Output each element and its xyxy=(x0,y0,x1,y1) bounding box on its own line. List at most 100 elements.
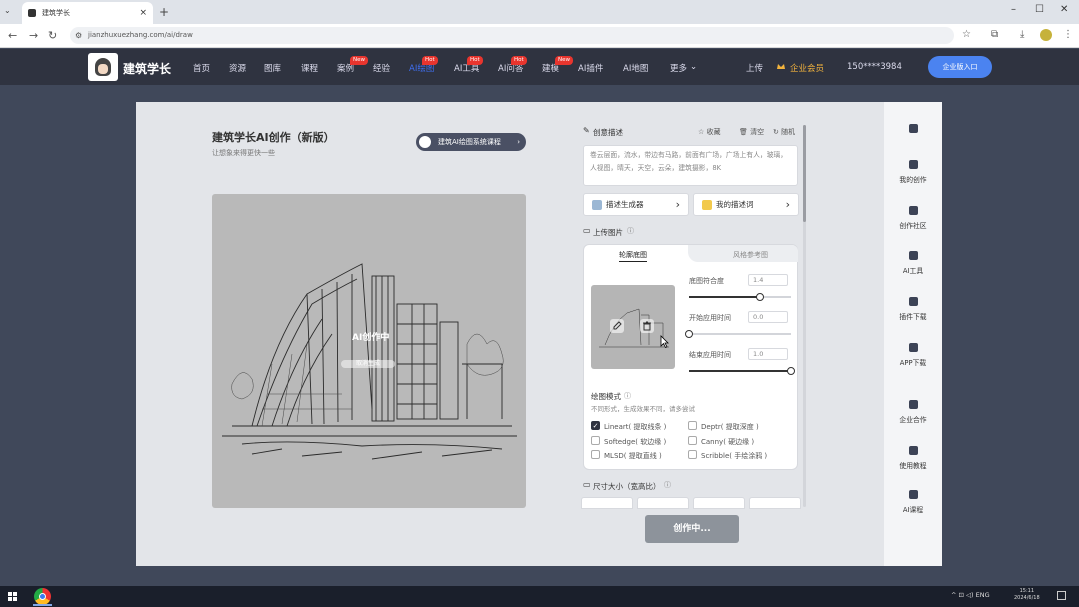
chrome-taskbar-icon[interactable] xyxy=(34,588,51,605)
nav-item[interactable]: 经验 xyxy=(373,62,390,74)
image-icon: ▭ xyxy=(583,480,591,489)
tab-close-icon[interactable]: × xyxy=(139,8,147,18)
upload-link[interactable]: 上传 xyxy=(746,62,763,74)
nav-item[interactable]: 图库 xyxy=(264,62,281,74)
nav-item[interactable]: 首页 xyxy=(193,62,210,74)
nav-item[interactable]: 更多 xyxy=(670,62,687,74)
info-icon[interactable]: ⓘ xyxy=(627,226,634,236)
url-text: jianzhuxuezhang.com/ai/draw xyxy=(88,31,193,39)
upload-image-label: 上传图片 xyxy=(593,228,623,237)
param-value-input[interactable]: 0.0 xyxy=(748,311,788,323)
sidebar-item[interactable]: 创作社区 xyxy=(884,206,942,230)
size-option[interactable] xyxy=(581,497,633,509)
sidebar-item[interactable]: APP下载 xyxy=(884,343,942,367)
reload-icon[interactable]: ↻ xyxy=(48,29,57,42)
size-option[interactable] xyxy=(749,497,801,509)
bookmark-star-icon[interactable]: ☆ xyxy=(962,29,971,40)
tab-search-icon[interactable]: ⌄ xyxy=(4,6,11,15)
new-tab-button[interactable]: + xyxy=(159,5,169,19)
extensions-icon[interactable]: ⧉ xyxy=(991,29,998,40)
slider-knob[interactable] xyxy=(787,367,795,375)
brand-logo[interactable] xyxy=(88,53,118,81)
uploaded-thumbnail[interactable] xyxy=(591,285,675,369)
edit-image-icon[interactable] xyxy=(610,319,624,333)
mode-checkbox[interactable] xyxy=(591,435,600,445)
my-descriptions-label: 我的描述词 xyxy=(716,200,754,209)
slider-knob[interactable] xyxy=(685,330,693,338)
notification-icon[interactable] xyxy=(1057,591,1066,600)
nav-item[interactable]: AI插件 xyxy=(578,62,603,74)
mode-label-text[interactable]: Softedge( 软边缘 ) xyxy=(604,437,666,447)
vip-link[interactable]: 企业会员 xyxy=(790,62,824,74)
mode-checkbox[interactable] xyxy=(688,421,697,430)
sidebar-item[interactable]: 我的创作 xyxy=(884,160,942,184)
clear-button[interactable]: 🗑 清空 xyxy=(739,127,764,137)
mode-checkbox[interactable]: ✓ xyxy=(591,421,600,430)
mode-label-text[interactable]: MLSD( 提取直线 ) xyxy=(604,451,662,461)
tab-style-reference[interactable]: 风格参考图 xyxy=(733,250,768,260)
url-field[interactable]: ⚙ jianzhuxuezhang.com/ai/draw xyxy=(70,27,954,44)
mode-label-text[interactable]: Scribble( 手绘涂鸦 ) xyxy=(701,451,767,461)
enterprise-entry-button[interactable]: 企业版入口 xyxy=(928,56,992,78)
sidebar-item[interactable]: 插件下载 xyxy=(884,297,942,321)
param-value-input[interactable]: 1.4 xyxy=(748,274,788,286)
chat-icon xyxy=(908,206,918,215)
profile-avatar[interactable] xyxy=(1040,29,1052,41)
clock-time: 15:11 xyxy=(1019,588,1035,594)
param-slider[interactable] xyxy=(689,293,791,301)
close-window-button[interactable]: ✕ xyxy=(1060,4,1068,15)
system-tray[interactable]: ^ ⊡ ◁) ENG xyxy=(951,591,990,599)
random-button[interactable]: ↻ 随机 xyxy=(773,127,795,137)
course-icon xyxy=(419,136,431,148)
tab-outline-image[interactable]: 轮廓底图 xyxy=(619,250,647,262)
mode-hint: 不同形式，生成效果不同，请多尝试 xyxy=(591,405,695,413)
mode-checkbox[interactable] xyxy=(688,450,697,459)
brand-name[interactable]: 建筑学长 xyxy=(123,60,171,77)
collect-button[interactable]: ☆ 收藏 xyxy=(698,127,721,137)
menu-kebab-icon[interactable]: ⋮ xyxy=(1063,29,1073,40)
grid-icon xyxy=(908,124,918,133)
delete-image-icon[interactable] xyxy=(640,319,654,333)
param-slider[interactable] xyxy=(685,330,791,338)
info-icon[interactable]: ⓘ xyxy=(664,480,671,490)
taskbar-clock[interactable]: 15:11 2024/6/18 xyxy=(1014,588,1040,602)
sidebar-item[interactable]: AI工具 xyxy=(884,251,942,275)
slider-fill xyxy=(689,296,761,298)
nav-badge: New xyxy=(555,56,573,65)
size-option[interactable] xyxy=(637,497,689,509)
sidebar-item[interactable]: AI课程 xyxy=(884,490,942,514)
user-phone[interactable]: 150****3984 xyxy=(847,62,902,72)
description-generator-button[interactable]: 描述生成器 › xyxy=(583,193,689,216)
course-button[interactable]: 建筑AI绘图系统课程 › xyxy=(416,133,526,151)
back-icon[interactable]: ← xyxy=(8,29,17,42)
param-value-input[interactable]: 1.0 xyxy=(748,348,788,360)
mode-checkbox[interactable] xyxy=(688,435,697,445)
form-scrollbar-thumb[interactable] xyxy=(803,125,806,222)
mode-checkbox[interactable] xyxy=(591,450,600,459)
nav-item[interactable]: 课程 xyxy=(301,62,318,74)
nav-item[interactable]: 资源 xyxy=(229,62,246,74)
site-info-icon[interactable]: ⚙ xyxy=(75,27,82,44)
nav-item[interactable]: AI地图 xyxy=(623,62,648,74)
cancel-generation-button[interactable]: 取消生成 xyxy=(341,360,395,368)
size-option[interactable] xyxy=(693,497,745,509)
browser-tab[interactable]: 建筑学长 × xyxy=(22,2,153,24)
param-slider[interactable] xyxy=(689,367,795,375)
forward-icon[interactable]: → xyxy=(29,29,38,42)
minimize-button[interactable]: – xyxy=(1011,4,1016,15)
mode-label-text[interactable]: Canny( 硬边缘 ) xyxy=(701,437,754,447)
my-descriptions-button[interactable]: 我的描述词 › xyxy=(693,193,799,216)
info-icon[interactable]: ⓘ xyxy=(624,391,631,401)
generate-button[interactable]: 创作中... xyxy=(645,515,739,543)
maximize-button[interactable]: ☐ xyxy=(1035,4,1044,15)
chevron-down-icon[interactable]: ⌄ xyxy=(690,62,697,72)
sidebar-item[interactable] xyxy=(884,124,942,138)
sidebar-item[interactable]: 企业合作 xyxy=(884,400,942,424)
mode-label-text[interactable]: Deptr( 提取深度 ) xyxy=(701,422,759,432)
sidebar-item-label: 使用教程 xyxy=(899,462,927,470)
sidebar-item[interactable]: 使用教程 xyxy=(884,446,942,470)
windows-start-icon[interactable] xyxy=(8,592,18,602)
description-textarea[interactable]: 卷云层面，流水，带边有马路，前面有广场，广场上有人，玻璃，人视图，晴天，天空，云… xyxy=(583,145,798,186)
mode-label-text[interactable]: Lineart( 提取线条 ) xyxy=(604,422,666,432)
download-icon[interactable]: ⤓ xyxy=(1020,29,1024,40)
